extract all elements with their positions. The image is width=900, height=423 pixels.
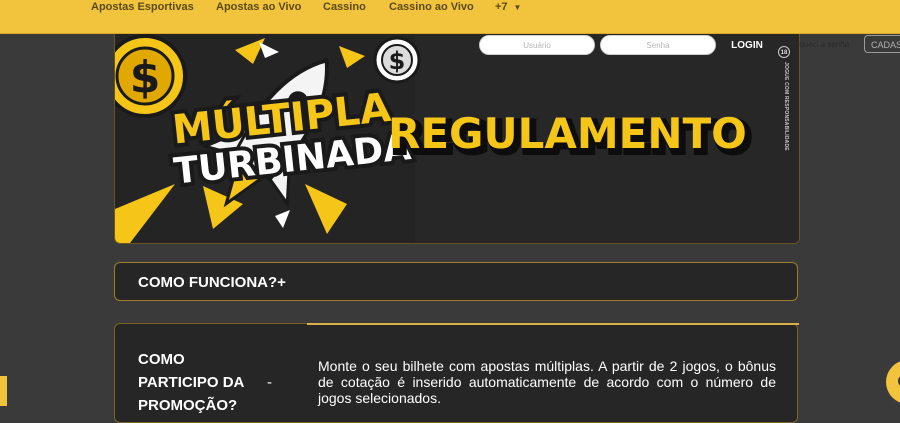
register-button[interactable]: CADASTRO: [864, 35, 900, 53]
promo-banner: $ $ MÚLTIPLA MÚLTIPLA TURBINADA TURBINAD…: [114, 34, 800, 244]
rules-section: COMO PARTICIPO DA PROMOÇÃO? - Monte o se…: [114, 323, 799, 423]
nav-item-apostas-esportivas[interactable]: Apostas Esportivas: [91, 1, 194, 13]
chat-button[interactable]: [886, 360, 900, 404]
rules-answer: Monte o seu bilhete com apostas múltipla…: [318, 358, 776, 406]
coin-symbol: $: [130, 52, 161, 103]
coin-icon: $: [373, 36, 421, 84]
nav-item-apostas-ao-vivo[interactable]: Apostas ao Vivo: [216, 1, 301, 13]
top-navigation: Apostas Esportivas Apostas ao Vivo Cassi…: [0, 0, 900, 34]
coin-icon: $: [115, 34, 187, 118]
faq-title: COMO FUNCIONA?+: [138, 274, 286, 291]
banner-headline: REGULAMENTO: [388, 109, 747, 158]
nav-more-label: +7: [495, 1, 508, 13]
login-button[interactable]: LOGIN: [725, 35, 769, 55]
rules-question: COMO PARTICIPO DA PROMOÇÃO?: [138, 351, 244, 414]
password-input[interactable]: [600, 35, 716, 55]
forgot-password-link[interactable]: Esqueci a senha: [790, 40, 849, 49]
section-divider: [307, 323, 799, 325]
faq-accordion-how-it-works[interactable]: COMO FUNCIONA?+: [114, 262, 798, 301]
side-tab[interactable]: [0, 376, 7, 406]
nav-item-cassino-ao-vivo[interactable]: Cassino ao Vivo: [389, 1, 474, 13]
banner-artwork: $ $ MÚLTIPLA MÚLTIPLA TURBINADA TURBINAD…: [115, 34, 799, 243]
username-input[interactable]: [479, 35, 595, 55]
nav-item-cassino[interactable]: Cassino: [323, 1, 366, 13]
nav-item-more[interactable]: +7 ▼: [495, 1, 521, 13]
coin-symbol: $: [389, 47, 406, 75]
age-restriction-badge: 18: [778, 46, 790, 58]
chevron-down-icon: ▼: [513, 3, 522, 12]
question-separator: -: [267, 374, 272, 391]
responsible-gaming-text: JOGUE COM RESPONSABILIDADE: [783, 62, 789, 151]
